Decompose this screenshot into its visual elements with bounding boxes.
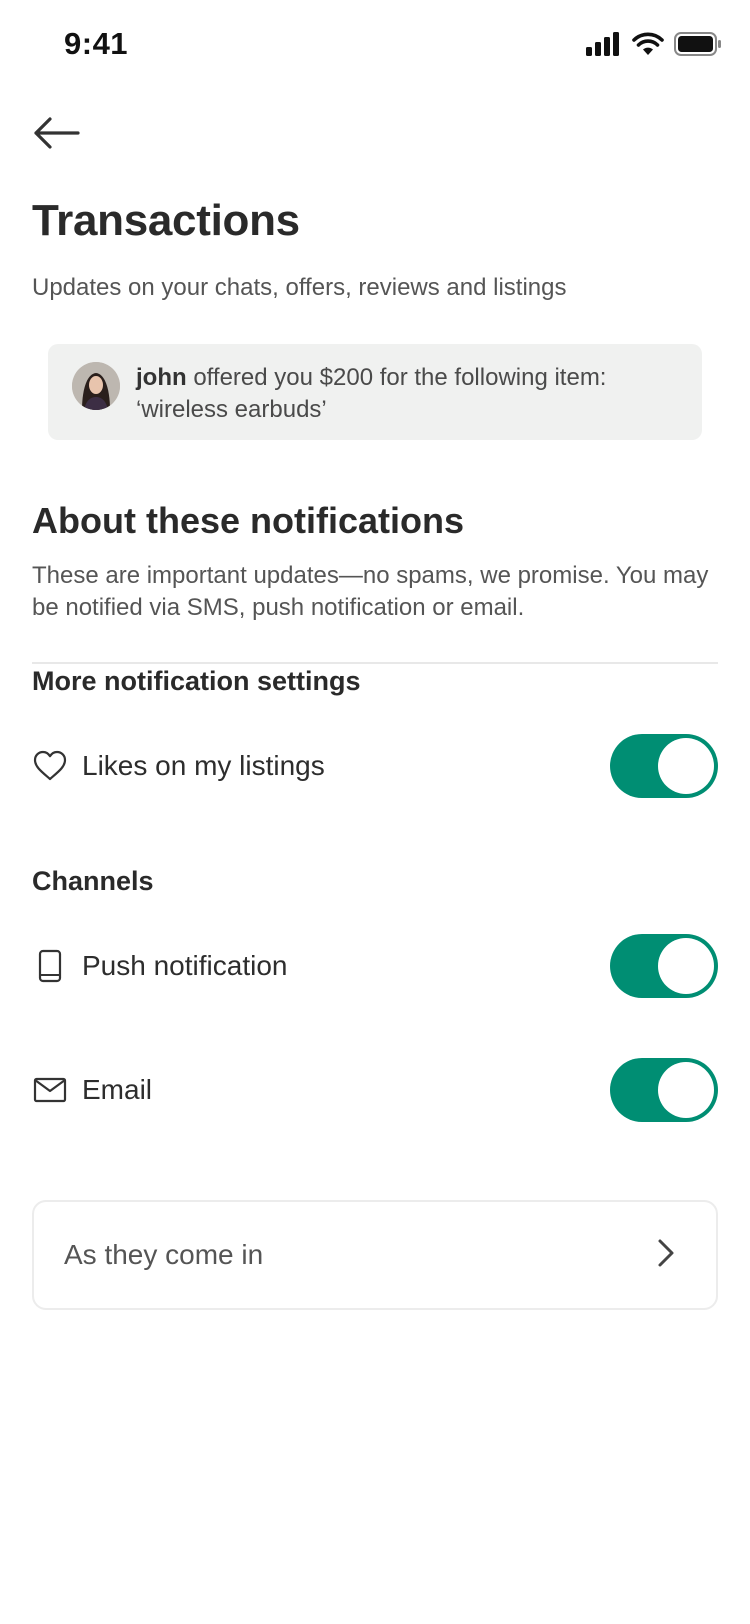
page-title: Transactions xyxy=(32,196,300,245)
back-button[interactable] xyxy=(30,112,82,158)
about-title: About these notifications xyxy=(32,500,464,541)
more-settings-title: More notification settings xyxy=(32,666,361,696)
status-bar: 9:41 xyxy=(0,0,750,90)
signal-icon xyxy=(586,32,622,61)
about-description: These are important updates—no spams, we… xyxy=(32,562,709,621)
preview-user: john xyxy=(136,364,187,391)
likes-toggle[interactable] xyxy=(610,734,718,798)
frequency-value: As they come in xyxy=(64,1239,264,1270)
setting-row-push: Push notification xyxy=(32,934,718,998)
email-label: Email xyxy=(82,1074,153,1105)
setting-row-likes: Likes on my listings xyxy=(32,734,718,798)
wifi-icon xyxy=(632,32,664,61)
likes-label: Likes on my listings xyxy=(82,750,325,781)
toggle-knob xyxy=(658,938,714,994)
page-subtitle: Updates on your chats, offers, reviews a… xyxy=(32,274,567,301)
setting-row-email: Email xyxy=(32,1058,718,1122)
status-time: 9:41 xyxy=(64,26,129,61)
push-label: Push notification xyxy=(82,950,288,981)
battery-icon xyxy=(674,32,722,61)
divider xyxy=(32,662,718,664)
status-icons xyxy=(586,32,722,61)
toggle-knob xyxy=(658,738,714,794)
avatar xyxy=(72,362,120,410)
email-toggle[interactable] xyxy=(610,1058,718,1122)
notification-preview-card: john offered you $200 for the following … xyxy=(48,344,702,440)
arrow-left-icon xyxy=(32,115,80,156)
channels-title: Channels xyxy=(32,866,154,896)
toggle-knob xyxy=(658,1062,714,1118)
heart-icon xyxy=(32,748,68,784)
preview-message: john offered you $200 for the following … xyxy=(136,362,674,426)
mail-icon xyxy=(32,1072,68,1108)
push-toggle[interactable] xyxy=(610,934,718,998)
chevron-right-icon xyxy=(656,1238,676,1273)
preview-text: offered you $200 for the following item:… xyxy=(136,364,607,423)
phone-icon xyxy=(32,948,68,984)
frequency-select[interactable]: As they come in xyxy=(32,1200,718,1310)
